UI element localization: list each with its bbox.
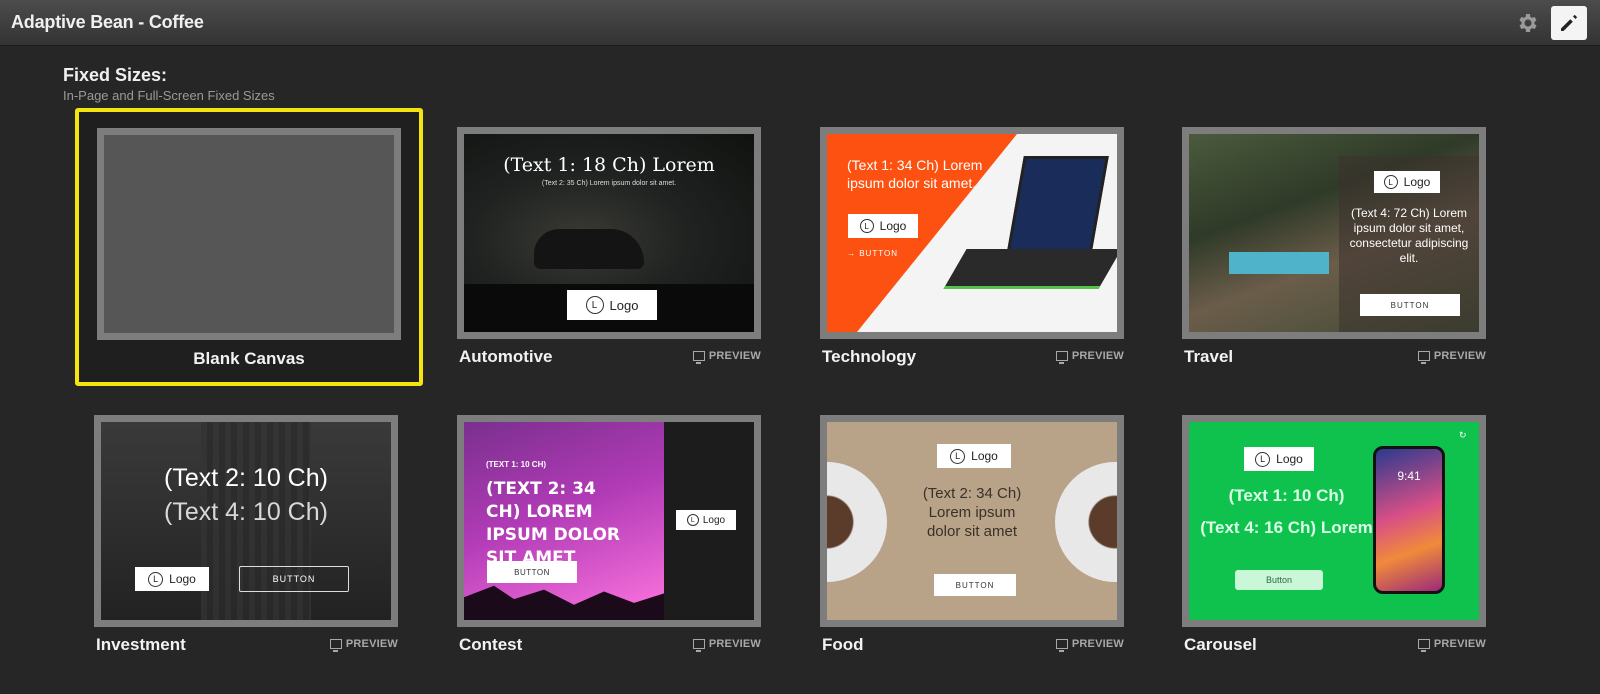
headline-text: (Text 1: 34 Ch) Lorem ipsum dolor sit am…: [847, 157, 983, 191]
edit-button[interactable]: [1551, 6, 1587, 40]
phone-image: 9:41: [1373, 446, 1445, 594]
monitor-icon: [692, 351, 705, 364]
card-label: Blank Canvas: [193, 349, 305, 368]
headline-text: (Text 1: 10 Ch): [1228, 486, 1345, 505]
headline-text: (TEXT 2: 34 CH) LOREM IPSUM DOLOR SIT AM…: [486, 479, 620, 568]
cta-button: → BUTTON: [847, 249, 898, 258]
card-label: Food: [822, 635, 864, 654]
card-label: Travel: [1184, 347, 1234, 366]
template-card-carousel[interactable]: L Logo (Text 1: 10 Ch) (Text 4: 16 Ch) L…: [1182, 415, 1486, 654]
laptop-image: [1006, 156, 1109, 256]
section-title: Fixed Sizes:: [63, 65, 168, 85]
monitor-icon: [1055, 351, 1068, 364]
preview-link[interactable]: PREVIEW: [692, 350, 761, 364]
card-label: Contest: [459, 635, 523, 654]
logo-placeholder: L Logo: [676, 510, 736, 530]
monitor-icon: [1055, 639, 1068, 652]
subhead-text: (Text 2: 35 Ch) Lorem ipsum dolor sit am…: [541, 180, 677, 187]
card-label: Investment: [96, 635, 186, 654]
logo-mark-icon: L: [1255, 451, 1271, 467]
template-card-technology[interactable]: (Text 1: 34 Ch) Lorem ipsum dolor sit am…: [820, 127, 1124, 366]
monitor-icon: [1417, 639, 1430, 652]
template-card-travel[interactable]: L Logo (Text 4: 72 Ch) Lorem ipsum dolor…: [1182, 127, 1486, 366]
automotive-thumbnail[interactable]: (Text 1: 18 Ch) Lorem (Text 2: 35 Ch) Lo…: [457, 127, 761, 339]
monitor-icon: [1417, 351, 1430, 364]
car-image: [534, 229, 644, 269]
travel-thumbnail[interactable]: L Logo (Text 4: 72 Ch) Lorem ipsum dolor…: [1182, 127, 1486, 339]
logo-mark-icon: L: [859, 219, 874, 233]
monitor-icon: [329, 639, 342, 652]
logo-placeholder: L Logo: [135, 567, 209, 591]
cta-button: BUTTON: [1360, 294, 1460, 316]
card-label: Carousel: [1184, 635, 1257, 654]
food-thumbnail[interactable]: L Logo (Text 2: 34 Ch) Lorem ipsum dolor…: [820, 415, 1124, 627]
pencil-icon: [1561, 15, 1577, 31]
subhead-text: (Text 4: 10 Ch): [164, 498, 328, 526]
phone-time: 9:41: [1397, 469, 1421, 483]
logo-placeholder: L Logo: [1244, 447, 1314, 471]
headline-text: (Text 2: 34 Ch) Lorem ipsum dolor sit am…: [922, 485, 1022, 540]
logo-placeholder: L Logo: [567, 290, 657, 320]
headline-text: (Text 2: 10 Ch): [164, 464, 328, 492]
subhead-text: (Text 4: 16 Ch) Lorem: [1200, 518, 1373, 537]
reload-icon[interactable]: ↻: [1459, 430, 1467, 441]
investment-thumbnail[interactable]: (Text 2: 10 Ch) (Text 4: 10 Ch) L Logo B…: [94, 415, 398, 627]
template-card-food[interactable]: L Logo (Text 2: 34 Ch) Lorem ipsum dolor…: [820, 415, 1124, 654]
logo-mark-icon: L: [686, 514, 699, 526]
logo-placeholder: L Logo: [1374, 171, 1440, 193]
preview-link[interactable]: PREVIEW: [692, 638, 761, 652]
template-card-blank-canvas[interactable]: Blank Canvas: [75, 108, 423, 386]
monitor-icon: [692, 639, 705, 652]
card-label: Technology: [822, 347, 917, 366]
gear-icon[interactable]: [1515, 11, 1539, 35]
cta-button: Button: [1235, 570, 1323, 590]
template-card-investment[interactable]: (Text 2: 10 Ch) (Text 4: 10 Ch) L Logo B…: [94, 415, 398, 654]
template-card-contest[interactable]: (TEXT 1: 10 CH) (TEXT 2: 34 CH) LOREM IP…: [457, 415, 761, 654]
logo-placeholder: L Logo: [848, 214, 918, 238]
preview-link[interactable]: PREVIEW: [1417, 350, 1486, 364]
preview-link[interactable]: PREVIEW: [329, 638, 398, 652]
logo-mark-icon: L: [148, 571, 164, 587]
logo-placeholder: L Logo: [937, 444, 1011, 468]
section-subtitle: In-Page and Full-Screen Fixed Sizes: [63, 88, 275, 103]
eyebrow-text: (TEXT 1: 10 CH): [486, 460, 547, 469]
cta-button: BUTTON: [934, 574, 1016, 596]
logo-mark-icon: L: [585, 296, 604, 314]
logo-mark-icon: L: [950, 448, 966, 464]
app-title: Adaptive Bean - Coffee: [11, 12, 204, 32]
technology-thumbnail[interactable]: (Text 1: 34 Ch) Lorem ipsum dolor sit am…: [820, 127, 1124, 339]
logo-mark-icon: L: [1383, 175, 1398, 189]
cta-button: BUTTON: [487, 561, 577, 583]
carousel-thumbnail[interactable]: L Logo (Text 1: 10 Ch) (Text 4: 16 Ch) L…: [1182, 415, 1486, 627]
body-text: (Text 4: 72 Ch) Lorem ipsum dolor sit am…: [1349, 206, 1469, 265]
headline-text: (Text 1: 18 Ch) Lorem: [503, 154, 715, 176]
top-bar: Adaptive Bean - Coffee: [0, 0, 1600, 46]
preview-link[interactable]: PREVIEW: [1055, 638, 1124, 652]
preview-link[interactable]: PREVIEW: [1055, 350, 1124, 364]
preview-link[interactable]: PREVIEW: [1417, 638, 1486, 652]
card-label: Automotive: [459, 347, 553, 366]
cta-button: BUTTON: [239, 566, 349, 592]
contest-thumbnail[interactable]: (TEXT 1: 10 CH) (TEXT 2: 34 CH) LOREM IP…: [457, 415, 761, 627]
blank-canvas-thumbnail[interactable]: [97, 128, 401, 340]
template-card-automotive[interactable]: (Text 1: 18 Ch) Lorem (Text 2: 35 Ch) Lo…: [457, 127, 761, 366]
pool-image: [1229, 252, 1329, 274]
